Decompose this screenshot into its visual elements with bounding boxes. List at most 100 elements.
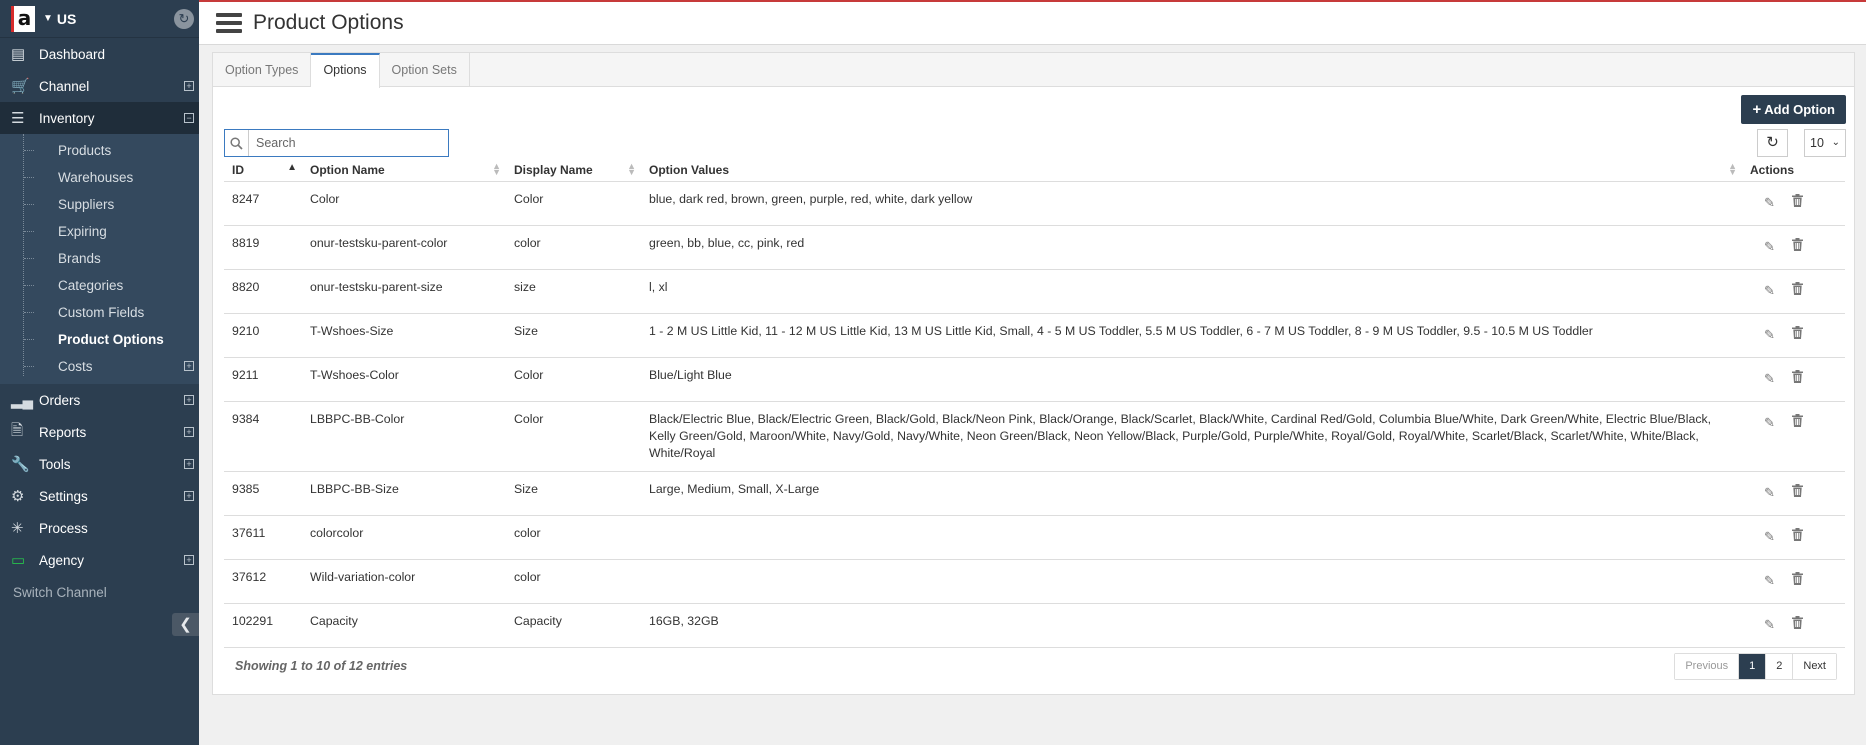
switch-channel-link[interactable]: Switch Channel: [0, 576, 199, 608]
column-header-display-name[interactable]: Display Name ▲ ▼: [506, 159, 641, 182]
edit-pencil-icon[interactable]: ✎: [1764, 239, 1778, 254]
edit-pencil-icon[interactable]: ✎: [1764, 573, 1778, 588]
signal-icon: ▂▄: [11, 392, 34, 409]
cell-actions: ✎: [1742, 471, 1845, 516]
sidebar-item-dashboard[interactable]: ▤ Dashboard: [0, 38, 199, 70]
tab-option-types[interactable]: Option Types: [213, 53, 312, 87]
trash-icon[interactable]: [1792, 615, 1806, 630]
expand-icon[interactable]: +: [184, 361, 194, 371]
page-2-button[interactable]: 2: [1766, 654, 1794, 679]
wrench-icon: 🔧: [11, 456, 30, 473]
column-header-option-name[interactable]: Option Name ▲ ▼: [302, 159, 506, 182]
tab-options[interactable]: Options: [311, 53, 380, 88]
column-label: Option Values: [649, 162, 730, 177]
cell-display-name: color: [506, 515, 641, 560]
sidebar-item-product-options[interactable]: Product Options: [0, 326, 199, 353]
sidebar-item-agency[interactable]: ▭ Agency +: [0, 544, 199, 576]
add-option-button[interactable]: + Add Option: [1741, 95, 1846, 124]
tab-option-sets[interactable]: Option Sets: [380, 53, 470, 87]
edit-pencil-icon[interactable]: ✎: [1764, 371, 1778, 386]
cell-option-name: T-Wshoes-Size: [302, 313, 506, 358]
cell-id: 9211: [224, 357, 302, 402]
channel-switcher[interactable]: a ▼ US ↻: [0, 0, 199, 38]
sidebar-item-suppliers[interactable]: Suppliers: [0, 191, 199, 218]
sidebar-item-inventory[interactable]: ☰ Inventory −: [0, 102, 199, 134]
sidebar-item-expiring[interactable]: Expiring: [0, 218, 199, 245]
cell-actions: ✎: [1742, 269, 1845, 314]
edit-pencil-icon[interactable]: ✎: [1764, 327, 1778, 342]
page-size-select[interactable]: 10 ⌄: [1804, 129, 1846, 157]
collapse-icon[interactable]: −: [184, 113, 194, 123]
cell-option-name: Capacity: [302, 603, 506, 648]
cell-display-name: color: [506, 559, 641, 604]
trash-icon[interactable]: [1792, 325, 1806, 340]
sidebar-item-categories[interactable]: Categories: [0, 272, 199, 299]
column-label: ID: [232, 162, 244, 177]
sidebar-item-channel[interactable]: 🛒 Channel +: [0, 70, 199, 102]
trash-icon[interactable]: [1792, 237, 1806, 252]
next-page-button[interactable]: Next: [1793, 654, 1836, 679]
sidebar-item-label: Costs: [58, 359, 93, 374]
cell-display-name: size: [506, 269, 641, 314]
table-row: 37612 Wild-variation-color color ✎: [224, 559, 1845, 604]
refresh-button[interactable]: ↻: [1757, 129, 1788, 157]
sidebar-item-label: Reports: [39, 424, 87, 440]
sidebar-item-warehouses[interactable]: Warehouses: [0, 164, 199, 191]
tab-bar: Option Types Options Option Sets: [213, 53, 1854, 88]
edit-pencil-icon[interactable]: ✎: [1764, 529, 1778, 544]
edit-pencil-icon[interactable]: ✎: [1764, 195, 1778, 210]
expand-icon[interactable]: +: [184, 427, 194, 437]
cell-id: 9210: [224, 313, 302, 358]
expand-icon[interactable]: +: [184, 395, 194, 405]
cell-display-name: Size: [506, 313, 641, 358]
page-1-button[interactable]: 1: [1739, 654, 1767, 679]
sidebar-item-settings[interactable]: ⚙ Settings +: [0, 480, 199, 512]
cell-option-values: Large, Medium, Small, X-Large: [641, 471, 1742, 516]
cell-id: 37612: [224, 559, 302, 604]
search-input[interactable]: [249, 130, 439, 156]
edit-pencil-icon[interactable]: ✎: [1764, 415, 1778, 430]
trash-icon[interactable]: [1792, 413, 1806, 428]
expand-icon[interactable]: +: [184, 81, 194, 91]
trash-icon[interactable]: [1792, 527, 1806, 542]
sidebar-item-label: Inventory: [39, 110, 95, 126]
column-header-option-values[interactable]: Option Values ▲ ▼: [641, 159, 1742, 182]
amazon-logo-icon: a: [11, 5, 35, 32]
trash-icon[interactable]: [1792, 281, 1806, 296]
trash-icon[interactable]: [1792, 571, 1806, 586]
sidebar-item-products[interactable]: Products: [0, 137, 199, 164]
column-header-actions: Actions: [1742, 159, 1845, 182]
cell-actions: ✎: [1742, 401, 1845, 472]
cell-option-values: blue, dark red, brown, green, purple, re…: [641, 181, 1742, 226]
cell-option-values: Black/Electric Blue, Black/Electric Gree…: [641, 401, 1742, 472]
expand-icon[interactable]: +: [184, 555, 194, 565]
column-label: Option Name: [310, 162, 385, 177]
sidebar-item-custom-fields[interactable]: Custom Fields: [0, 299, 199, 326]
edit-pencil-icon[interactable]: ✎: [1764, 485, 1778, 500]
previous-page-button[interactable]: Previous: [1675, 654, 1740, 679]
inventory-submenu: Products Warehouses Suppliers Expiring B…: [0, 134, 199, 384]
expand-icon[interactable]: +: [184, 491, 194, 501]
sidebar-item-reports[interactable]: 🗎 Reports +: [0, 416, 199, 448]
sidebar-item-label: Channel: [39, 78, 90, 94]
edit-pencil-icon[interactable]: ✎: [1764, 617, 1778, 632]
sidebar-item-brands[interactable]: Brands: [0, 245, 199, 272]
collapse-sidebar-icon[interactable]: ❮: [172, 613, 199, 636]
cell-option-values: Blue/Light Blue: [641, 357, 1742, 402]
menu-icon[interactable]: [216, 13, 242, 33]
sidebar-item-process[interactable]: ✳ Process: [0, 512, 199, 544]
sidebar-item-orders[interactable]: ▂▄ Orders +: [0, 384, 199, 416]
trash-icon[interactable]: [1792, 193, 1806, 208]
sidebar-item-costs[interactable]: Costs +: [0, 353, 199, 380]
cell-id: 8247: [224, 181, 302, 226]
sync-icon[interactable]: ↻: [174, 9, 194, 29]
edit-pencil-icon[interactable]: ✎: [1764, 283, 1778, 298]
column-header-id[interactable]: ID ▲: [224, 159, 302, 182]
trash-icon[interactable]: [1792, 369, 1806, 384]
sidebar-item-tools[interactable]: 🔧 Tools +: [0, 448, 199, 480]
expand-icon[interactable]: +: [184, 459, 194, 469]
cell-id: 37611: [224, 515, 302, 560]
cell-option-values: [641, 515, 1742, 560]
trash-icon[interactable]: [1792, 483, 1806, 498]
cell-display-name: Capacity: [506, 603, 641, 648]
